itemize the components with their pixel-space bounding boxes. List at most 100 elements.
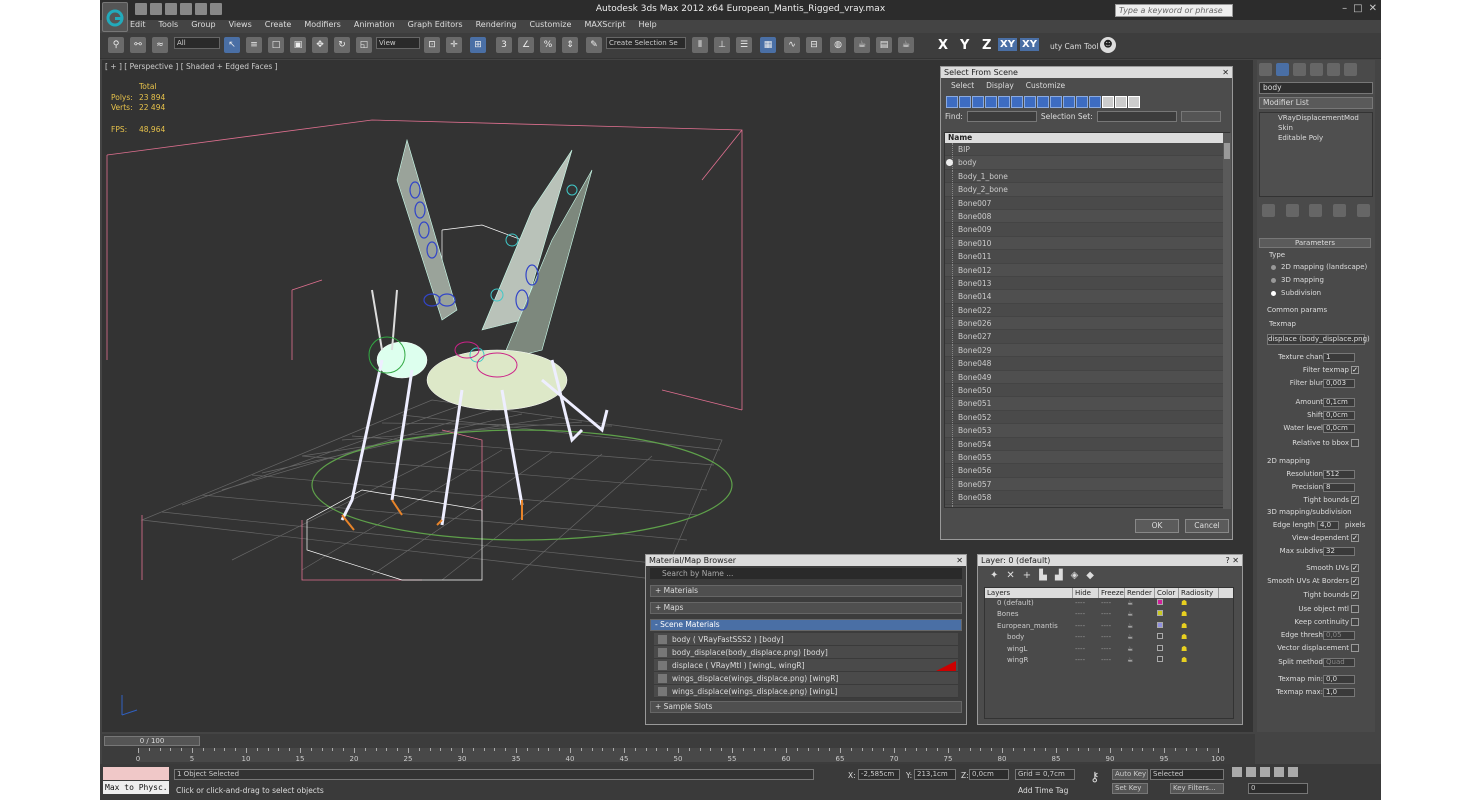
list-item[interactable]: Bone013 [945,276,1229,291]
display-invert-icon[interactable] [1128,96,1140,108]
layer-color-swatch[interactable] [1155,655,1179,666]
radiosity-icon[interactable]: ☗ [1179,655,1219,666]
list-item[interactable]: Bone029 [945,343,1229,358]
configure-sets-icon[interactable] [1356,204,1370,217]
layer-color-swatch[interactable] [1155,609,1179,620]
render-production-icon[interactable]: ☕ [898,37,914,53]
list-item[interactable]: Bone055 [945,450,1229,465]
shift-field[interactable]: 0,0cm [1323,411,1355,420]
maxscript-listener-pink[interactable] [103,767,169,780]
remove-modifier-icon[interactable] [1333,204,1347,217]
new-layer-icon[interactable]: ✦ [990,570,998,581]
tight-bounds-checkbox[interactable]: ✓ [1351,496,1359,504]
display-geometry-icon[interactable] [946,96,958,108]
layer-toggle[interactable]: ---- [1073,655,1099,666]
cancel-button[interactable]: Cancel [1185,519,1229,533]
menu-item-edit[interactable]: Edit [130,20,146,32]
render-icon[interactable]: ☕ [1125,621,1155,632]
mirror-icon[interactable]: ⫴ [692,37,708,53]
list-scrollbar[interactable] [1223,133,1231,509]
rect-selection-icon[interactable]: □ [268,37,284,53]
display-hidden-icon[interactable] [1089,96,1101,108]
edge-thresh-field[interactable]: 0,05 [1323,631,1355,640]
view-dependent-checkbox[interactable]: ✓ [1351,534,1359,542]
menu-item-group[interactable]: Group [191,20,215,32]
menu-item-rendering[interactable]: Rendering [476,20,517,32]
scale-icon[interactable]: ◱ [356,37,372,53]
freeze-all-icon[interactable]: ◆ [1086,570,1094,581]
sfs-menu-customize[interactable]: Customize [1026,81,1065,90]
display-none-icon[interactable] [1115,96,1127,108]
maps-rollout[interactable]: + Maps [650,602,962,614]
radiosity-icon[interactable]: ☗ [1179,621,1219,632]
list-item[interactable]: Bone048 [945,357,1229,371]
menu-item-customize[interactable]: Customize [529,20,571,32]
filter-blur-field[interactable]: 0,003 [1323,379,1355,388]
rotate-icon[interactable]: ↻ [334,37,350,53]
render-icon[interactable]: ☕ [1125,632,1155,643]
auto-key-button[interactable]: Auto Key [1112,769,1148,780]
hide-all-icon[interactable]: ◈ [1071,570,1079,581]
radiosity-icon[interactable]: ☗ [1179,609,1219,620]
render-icon[interactable]: ☕ [1125,655,1155,666]
layer-toggle[interactable]: ---- [1099,632,1125,643]
texmap-max-field[interactable]: 1,0 [1323,688,1355,697]
list-item[interactable]: Body_2_bone [945,183,1229,197]
use-object-mtl-checkbox[interactable] [1351,605,1359,613]
layer-toggle[interactable]: ---- [1099,621,1125,632]
named-selection-select[interactable]: Create Selection Se [606,37,686,49]
app-logo-icon[interactable] [102,2,128,32]
key-icon[interactable]: ⚷ [1090,770,1100,785]
stack-item[interactable]: Editable Poly [1260,133,1372,143]
layer-toggle[interactable]: ---- [1073,644,1099,655]
texture-chan-field[interactable]: 1 [1323,353,1355,362]
parameters-header[interactable]: Parameters [1259,238,1371,248]
name-column-header[interactable]: Name [945,133,1229,143]
sample-slots-rollout[interactable]: + Sample Slots [650,701,962,713]
display-all-icon[interactable] [1102,96,1114,108]
goto-end-icon[interactable] [1288,767,1298,777]
layer-col-layers[interactable]: Layers [985,588,1073,598]
edit-named-sel-icon[interactable]: ✎ [586,37,602,53]
render-icon[interactable]: ☕ [1125,644,1155,655]
add-to-layer-icon[interactable]: + [1023,570,1031,581]
time-slider[interactable]: 0 / 100 [104,736,200,746]
play-icon[interactable] [1260,767,1270,777]
spinner-snap-icon[interactable]: ⇕ [562,37,578,53]
layer-col-render[interactable]: Render [1125,588,1155,598]
vector-displacement-checkbox[interactable] [1351,644,1359,652]
display-cameras-icon[interactable] [985,96,997,108]
search-input[interactable]: Type a keyword or phrase [1115,4,1233,17]
list-item[interactable]: BIP [945,143,1229,157]
track-bar[interactable]: 0 5 10 15 20 25 30 35 40 45 50 55 60 65 70 75 80 85 90 95 10… [136,748,1225,763]
filter-texmap-checkbox[interactable]: ✓ [1351,366,1359,374]
axis-xy-button[interactable]: XY [998,38,1017,51]
layer-toggle[interactable]: ---- [1099,598,1125,609]
list-item[interactable]: Bone008 [945,209,1229,224]
add-time-tag[interactable]: Add Time Tag [1018,786,1068,795]
display-xrefs-icon[interactable] [1037,96,1049,108]
materials-rollout[interactable]: + Materials [650,585,962,597]
layer-toggle[interactable]: ---- [1073,598,1099,609]
close-icon[interactable]: ✕ [1369,3,1377,14]
display-frozen-icon[interactable] [1076,96,1088,108]
maxscript-listener-input[interactable]: Max to Physc. [103,781,169,794]
create-tab-icon[interactable] [1259,63,1272,76]
radiosity-icon[interactable]: ☗ [1179,632,1219,643]
move-icon[interactable]: ✥ [312,37,328,53]
stack-item[interactable]: Skin [1260,123,1372,133]
material-item[interactable]: body ( VRayFastSSS2 ) [body] [654,633,958,646]
link-icon[interactable]: ⚲ [108,37,124,53]
list-item[interactable]: Bone050 [945,384,1229,398]
material-item[interactable]: body_displace(body_displace.png) [body] [654,646,958,659]
prev-frame-icon[interactable] [1246,767,1256,777]
layer-manager-icon[interactable]: ☰ [736,37,752,53]
layer-col-hide[interactable]: Hide [1073,588,1099,598]
percent-snap-icon[interactable]: % [540,37,556,53]
list-item[interactable]: Bone010 [945,236,1229,251]
menu-item-create[interactable]: Create [265,20,292,32]
tight-bounds2-checkbox[interactable]: ✓ [1351,591,1359,599]
list-item[interactable]: Body_1_bone [945,169,1229,184]
current-frame-field[interactable]: 0 [1248,783,1308,794]
radio-3d-mapping[interactable] [1271,278,1276,283]
